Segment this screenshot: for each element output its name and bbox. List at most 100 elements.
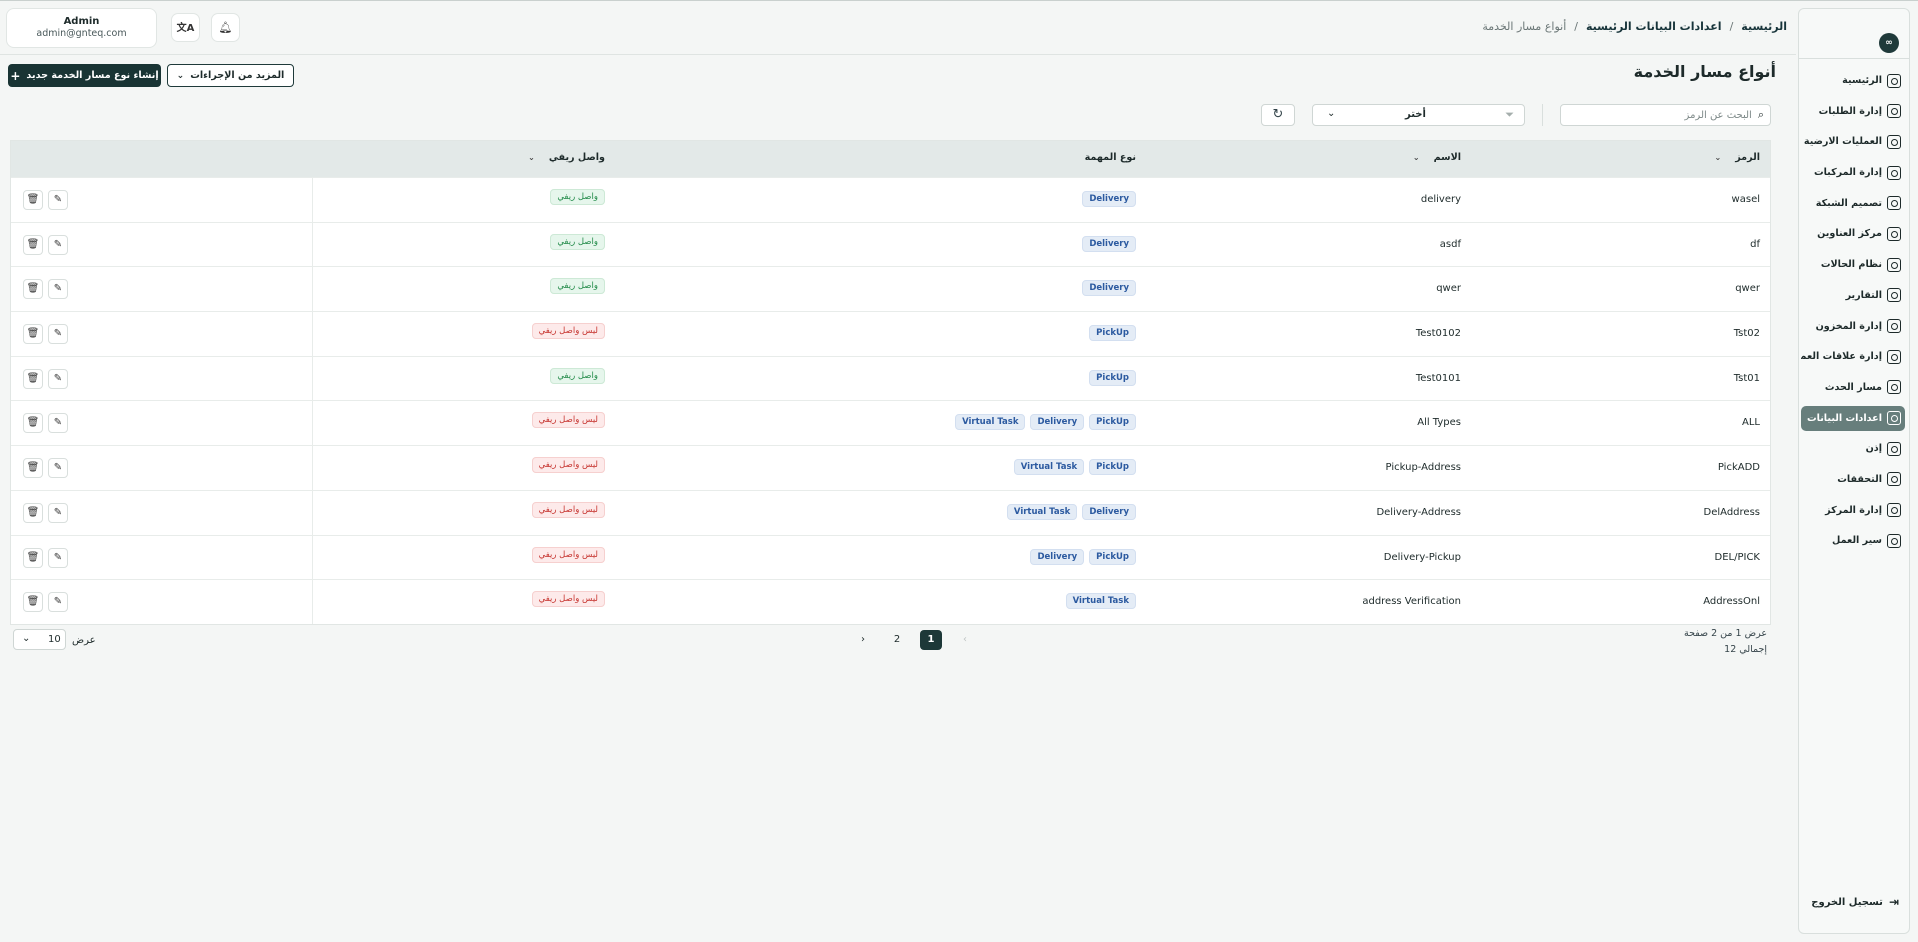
notifications-button[interactable]: 🔔︎ <box>211 13 240 42</box>
pagination-page-info: عرض 1 من 2 صفحة <box>1683 628 1767 639</box>
task-type-badge: Delivery <box>1082 503 1136 520</box>
filter-select[interactable]: ⏷ أختر ⌄ <box>1312 104 1525 126</box>
task-type-badge: Delivery <box>1082 235 1136 252</box>
sidebar-item[interactable]: إدارة المركبات <box>1801 160 1905 185</box>
pagination-info: عرض 1 من 2 صفحة إجمالي 12 <box>1684 626 1767 658</box>
edit-button[interactable]: ✎ <box>48 324 68 345</box>
delete-button[interactable]: 🗑︎ <box>23 279 43 300</box>
logout-button[interactable]: ⇥ تسجيل الخروج <box>1803 891 1903 913</box>
delete-button[interactable]: 🗑︎ <box>23 324 43 345</box>
pencil-icon: ✎ <box>53 462 63 474</box>
page-button-2[interactable]: 2 <box>886 630 908 650</box>
edit-button[interactable]: ✎ <box>48 413 68 434</box>
column-name-label: الاسم <box>1433 152 1461 163</box>
table-row: DelAddress Delivery-Address Delivery Virtua… <box>11 489 1770 535</box>
user-profile[interactable]: Admin admin@gnteq.com <box>6 8 157 48</box>
pencil-icon: ✎ <box>53 238 63 250</box>
sidebar-item[interactable]: اعدادات البيانات <box>1801 405 1905 431</box>
delete-button[interactable]: 🗑︎ <box>23 234 43 255</box>
delete-button[interactable]: 🗑︎ <box>23 368 43 389</box>
status-icon <box>1887 257 1901 272</box>
connected-status-badge: ليس واصل ريفي <box>531 546 605 563</box>
edit-button[interactable]: ✎ <box>48 234 68 255</box>
sidebar-item-label: سير العمل <box>1832 535 1882 547</box>
prev-page-button[interactable]: ‹ <box>954 630 976 650</box>
sidebar-item[interactable]: إدارة الطلبات <box>1801 99 1905 124</box>
cell-name: Test0101 <box>1415 372 1461 384</box>
pencil-icon: ✎ <box>53 328 63 340</box>
refresh-button[interactable]: ↻ <box>1261 104 1295 126</box>
edit-button[interactable]: ✎ <box>48 547 68 568</box>
task-type-badge: Virtual Task <box>1065 593 1136 610</box>
logout-icon: ⇥ <box>1888 895 1899 909</box>
column-divider <box>312 446 313 490</box>
task-type-badge: Virtual Task <box>955 414 1026 431</box>
delete-button[interactable]: 🗑︎ <box>23 190 43 210</box>
column-divider <box>312 356 313 401</box>
next-page-button[interactable]: › <box>852 630 874 650</box>
trash-icon: 🗑︎ <box>26 328 40 340</box>
table-header: الرمز ⌄ الاسم ⌄ نوع المهمة واصل ريفي ⌄ <box>11 141 1770 177</box>
delete-button[interactable]: 🗑︎ <box>23 413 43 434</box>
sidebar-item-label: التحققات <box>1837 473 1882 485</box>
column-header-code[interactable]: الرمز ⌄ <box>1715 152 1760 163</box>
language-button[interactable]: 文A <box>171 13 200 42</box>
sidebar-item[interactable]: إدارة المركز <box>1801 498 1905 523</box>
more-actions-button[interactable]: المزيد من الإجراءات ⌄ <box>167 64 294 87</box>
edit-button[interactable]: ✎ <box>48 592 68 613</box>
sidebar-item-label: مركز العناوين <box>1817 228 1882 240</box>
logo-icon[interactable]: ∞ <box>1879 33 1899 53</box>
cell-code: Tst01 <box>1733 372 1760 384</box>
breadcrumb-home[interactable]: الرئيسية <box>1741 20 1787 33</box>
search-input[interactable] <box>1561 109 1752 121</box>
sidebar-item[interactable]: نظام الحالات <box>1801 252 1905 277</box>
column-header-connected[interactable]: واصل ريفي ⌄ <box>528 152 605 163</box>
sidebar-item[interactable]: إدارة المخزون <box>1801 314 1905 339</box>
pencil-icon: ✎ <box>53 283 63 295</box>
cell-code: DelAddress <box>1703 506 1760 518</box>
breadcrumb-separator: / <box>1729 20 1734 33</box>
edit-button[interactable]: ✎ <box>48 502 68 523</box>
delete-button[interactable]: 🗑︎ <box>23 458 43 479</box>
per-page-select[interactable]: 10 ⌄ <box>13 629 66 650</box>
database-icon <box>1887 411 1901 426</box>
reports-icon <box>1887 288 1901 303</box>
sidebar-item[interactable]: التقارير <box>1801 283 1905 308</box>
connected-status-badge: ليس واصل ريفي <box>531 501 605 518</box>
sidebar-item-label: إدارة علاقات العملاء <box>1801 351 1882 363</box>
edit-button[interactable]: ✎ <box>48 368 68 389</box>
table-row: DEL/PICK Delivery-Pickup PickUp Delivery ليس… <box>11 534 1770 580</box>
sidebar-item[interactable]: التحققات <box>1801 467 1905 492</box>
delete-button[interactable]: 🗑︎ <box>23 547 43 568</box>
sidebar-item[interactable]: مركز العناوين <box>1801 221 1905 246</box>
sidebar-item[interactable]: مسار الحدث <box>1801 375 1905 400</box>
sidebar-item-label: العمليات الارضية <box>1803 136 1882 148</box>
column-header-name[interactable]: الاسم ⌄ <box>1413 152 1461 163</box>
sidebar-nav: الرئيسية إدارة الطلبات العمليات الارضية إدا… <box>1801 68 1905 559</box>
user-name: Admin <box>63 16 100 27</box>
delete-button[interactable]: 🗑︎ <box>23 592 43 613</box>
sidebar-item[interactable]: إذن <box>1801 436 1905 461</box>
sidebar-item[interactable]: العمليات الارضية <box>1801 129 1905 154</box>
cell-code: DEL/PICK <box>1714 551 1760 563</box>
cell-name: Delivery-Address <box>1376 506 1461 518</box>
pencil-icon: ✎ <box>53 506 63 518</box>
edit-button[interactable]: ✎ <box>48 458 68 479</box>
delete-button[interactable]: 🗑︎ <box>23 502 43 523</box>
task-type-badge: PickUp <box>1089 459 1136 476</box>
edit-button[interactable]: ✎ <box>48 279 68 300</box>
edit-button[interactable]: ✎ <box>48 190 68 210</box>
crm-icon <box>1887 349 1901 364</box>
sidebar-item[interactable]: سير العمل <box>1801 528 1905 553</box>
sidebar-item[interactable]: إدارة علاقات العملاء <box>1801 344 1905 369</box>
cell-name: Delivery-Pickup <box>1383 551 1461 563</box>
page-button-1[interactable]: 1 <box>920 630 942 650</box>
column-header-task-type: نوع المهمة <box>1085 152 1136 163</box>
breadcrumb-master-data[interactable]: اعدادات البيانات الرئيسية <box>1586 20 1722 33</box>
user-icon <box>1887 441 1901 456</box>
create-service-route-type-button[interactable]: إنشاء نوع مسار الخدمة جديد + <box>8 64 161 87</box>
sidebar-item[interactable]: الرئيسية <box>1801 68 1905 93</box>
trash-icon: 🗑︎ <box>26 238 40 250</box>
sidebar-item[interactable]: تصميم الشبكة <box>1801 191 1905 216</box>
task-type-badge: Delivery <box>1082 191 1136 207</box>
